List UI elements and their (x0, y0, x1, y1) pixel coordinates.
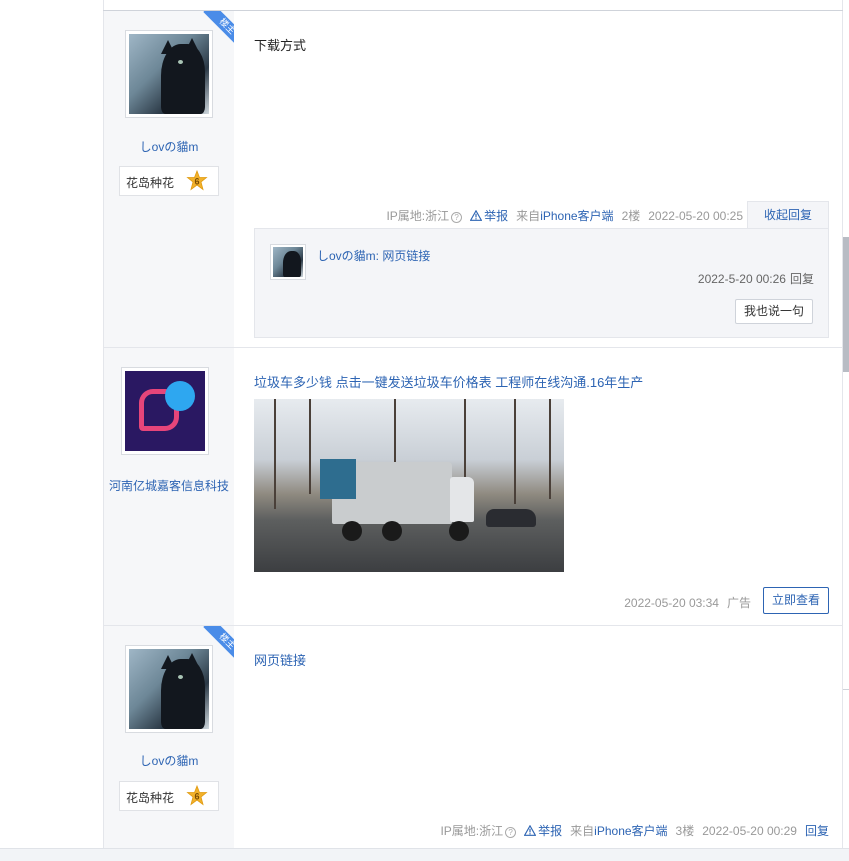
view-now-button[interactable]: 立即查看 (763, 587, 829, 614)
warning-icon (524, 825, 537, 836)
add-comment-button[interactable]: 我也说一句 (735, 299, 813, 324)
op-badge: 楼主 (196, 626, 234, 664)
collapse-replies-button[interactable]: 收起回复 (747, 201, 829, 228)
sub-reply-meta: 2022-5-20 00:26 回复 (698, 270, 814, 287)
author-sidebar: 楼主 しovの貓m 花岛种花 6 (104, 11, 234, 347)
level-number: 6 (194, 177, 199, 187)
sub-reply-panel: しovの貓m: 网页链接 2022-5-20 00:26 回复 我也说一句 (254, 228, 829, 338)
ad-image[interactable] (254, 399, 564, 572)
level-badge[interactable]: 花岛种花 6 (119, 166, 219, 196)
ad-meta: 2022-05-20 03:34 广告 (624, 594, 751, 611)
question-icon[interactable]: ? (451, 212, 463, 223)
sub-reply-author[interactable]: しovの貓m: (317, 249, 379, 263)
ad-content: 垃圾车多少钱 点击一键发送垃圾车价格表 工程师在线沟通.16年生产 2022-0… (234, 348, 843, 625)
warning-icon (470, 210, 483, 221)
right-divider (843, 689, 849, 690)
report-link[interactable]: 举报 (524, 822, 562, 839)
post-floor-3: 楼主 しovの貓m 花岛种花 6 网页链接 IP属地:浙江? 举报 来自iPho… (104, 626, 843, 848)
post-time: 2022-05-20 00:29 (702, 823, 797, 838)
username-link[interactable]: しovの貓m (104, 138, 234, 155)
level-badge[interactable]: 花岛种花 6 (119, 781, 219, 811)
ad-time: 2022-05-20 03:34 (624, 595, 719, 610)
ad-logo-image (125, 371, 205, 451)
post-content: 下载方式 IP属地:浙江? 举报 来自iPhone客户端 2楼 2022-05-… (234, 11, 843, 347)
sub-reply-reply-link[interactable]: 回复 (790, 272, 814, 286)
floor-number: 3楼 (675, 824, 695, 838)
username-link[interactable]: しovの貓m (104, 752, 234, 769)
report-link[interactable]: 举报 (470, 207, 508, 224)
cat-avatar-image (273, 247, 303, 277)
sub-reply-content: しovの貓m: 网页链接 (317, 247, 430, 264)
post-meta: IP属地:浙江? 举报 来自iPhone客户端 2楼 2022-05-20 00… (386, 207, 743, 224)
thread-page: 楼主 しovの貓m 花岛种花 6 下载方式 IP属地:浙江? 举报 来自iPho… (0, 0, 849, 861)
post-content: 网页链接 IP属地:浙江? 举报 来自iPhone客户端 3楼 2022-05-… (234, 626, 843, 848)
reply-button[interactable]: 回复 (805, 822, 829, 839)
floor-number: 2楼 (621, 209, 641, 223)
client-link[interactable]: iPhone客户端 (540, 209, 613, 223)
sub-reply-avatar[interactable] (270, 244, 306, 280)
star-badge-icon: 6 (186, 170, 208, 191)
ip-location: IP属地:浙江? (440, 822, 517, 839)
level-number: 6 (194, 792, 199, 802)
ad-label: 广告 (726, 596, 751, 610)
post-meta: IP属地:浙江? 举报 来自iPhone客户端 3楼 2022-05-20 00… (440, 822, 829, 839)
level-name: 花岛种花 (126, 176, 175, 190)
ad-title[interactable]: 垃圾车多少钱 点击一键发送垃圾车价格表 工程师在线沟通.16年生产 (254, 372, 643, 391)
star-badge-icon: 6 (186, 785, 208, 806)
ad-sidebar: 河南亿城嘉客信息科技 (104, 348, 234, 625)
post-text: 下载方式 (254, 38, 307, 53)
post-link[interactable]: 网页链接 (254, 650, 306, 669)
author-sidebar: 楼主 しovの貓m 花岛种花 6 (104, 626, 234, 848)
bottom-bar (0, 848, 849, 861)
level-name: 花岛种花 (126, 791, 175, 805)
post-time: 2022-05-20 00:25 (648, 208, 743, 223)
client-source: 来自iPhone客户端 (570, 824, 668, 838)
post-floor-2: 楼主 しovの貓m 花岛种花 6 下载方式 IP属地:浙江? 举报 来自iPho… (104, 11, 843, 348)
op-badge-label: 楼主 (203, 11, 234, 49)
sub-reply-time: 2022-5-20 00:26 (697, 272, 786, 286)
question-icon[interactable]: ? (505, 827, 517, 838)
ad-username[interactable]: 河南亿城嘉客信息科技 (104, 477, 234, 494)
client-source: 来自iPhone客户端 (516, 209, 614, 223)
ad-post: 河南亿城嘉客信息科技 垃圾车多少钱 点击一键发送垃圾车价格表 工程师在线沟通.1… (104, 348, 843, 626)
op-badge: 楼主 (196, 11, 234, 49)
sub-reply-link[interactable]: 网页链接 (382, 249, 430, 263)
client-link[interactable]: iPhone客户端 (594, 824, 667, 838)
op-badge-label: 楼主 (203, 626, 234, 664)
ad-avatar[interactable] (121, 367, 209, 455)
scrollbar-thumb[interactable] (843, 237, 849, 372)
ip-location: IP属地:浙江? (386, 207, 463, 224)
